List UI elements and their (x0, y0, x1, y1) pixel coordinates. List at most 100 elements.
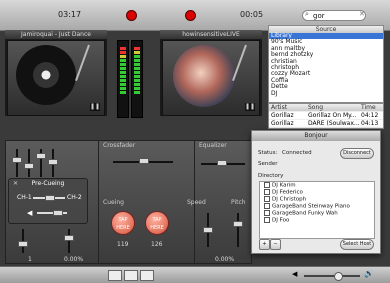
cell-time: 04:13 (361, 120, 379, 127)
bpm-left: 119 (117, 241, 129, 248)
status-value: Connected (282, 150, 312, 156)
directory-item[interactable]: DJ Foo (260, 217, 374, 224)
master-volume-slider[interactable] (304, 275, 360, 277)
eq-slider[interactable] (12, 157, 22, 163)
precue-overlay: ✕ Pre-Cueing CH-1 CH-2 ◀ (8, 178, 88, 224)
pitch-label: Pitch (231, 199, 246, 206)
bonjour-title: Bonjour (252, 131, 380, 141)
tap-left-button[interactable]: TAP HERE (111, 211, 135, 235)
checkbox-icon[interactable] (264, 196, 270, 202)
left-pause-button[interactable]: ❚❚ (90, 103, 100, 111)
left-vu-meter (117, 40, 129, 118)
equalizer-panel: Equalizer Speed Pitch 0.00% (187, 140, 252, 264)
left-time: 03:17 (58, 10, 82, 19)
eq-slider[interactable] (24, 163, 34, 169)
column-time[interactable]: Time (361, 104, 383, 111)
volume-slider-left[interactable] (18, 241, 28, 247)
table-header: Artist Song Time (269, 104, 383, 112)
directory-item[interactable]: DJ Karim (260, 182, 374, 189)
left-deck: Jamiroquai - Just Dance ❚❚ (5, 30, 107, 116)
cell-artist: Gorillaz (271, 120, 294, 127)
ch1-label: CH-1 (17, 194, 32, 201)
checkbox-icon[interactable] (264, 210, 270, 216)
left-deck-title: Jamiroquai - Just Dance (5, 30, 107, 39)
column-song[interactable]: Song (308, 104, 361, 111)
master-volume-knob[interactable] (334, 272, 343, 281)
speed-label: Speed (187, 199, 206, 206)
bonjour-dialog: Bonjour Status: Connected Disconnect Sen… (251, 130, 381, 254)
right-turntable: ❚❚ (162, 40, 260, 116)
checkbox-icon[interactable] (264, 189, 270, 195)
right-percent-readout: 0.00% (215, 256, 235, 263)
left-tonearm (75, 44, 90, 82)
left-turntable: ❚❚ (7, 40, 105, 116)
column-artist[interactable]: Artist (269, 104, 308, 111)
bpm-right: 126 (151, 241, 163, 248)
speaker-loud-icon: 🔊 (364, 269, 374, 278)
search-value: gor (313, 12, 325, 20)
right-deck: howinsensitiveLIVE ❚❚ (160, 30, 262, 116)
cell-song: DARE (Soulwax... (308, 120, 360, 127)
table-row[interactable]: Gorillaz Gorillaz On My... 04:12 (269, 112, 383, 120)
directory-label: Directory (258, 173, 284, 179)
right-platter-artwork[interactable] (173, 45, 235, 107)
record-center-button[interactable] (185, 10, 196, 21)
eq-slider[interactable] (48, 159, 58, 165)
bottom-toolbar: ◀ 🔊 (0, 266, 390, 283)
equalizer-label: Equalizer (199, 142, 227, 149)
speed-slider[interactable] (203, 227, 213, 233)
clear-search-icon[interactable]: ✕ (359, 10, 365, 18)
search-icon: ⌕ (305, 10, 309, 18)
left-percent-readout: 0.00% (64, 256, 84, 263)
precue-title: Pre-Cueing (31, 180, 65, 187)
table-row[interactable]: Gorillaz DARE (Soulwax... 04:13 (269, 120, 383, 128)
left-platter[interactable] (16, 45, 76, 105)
close-icon[interactable]: ✕ (13, 180, 18, 187)
directory-item[interactable]: DJ Christoph (260, 196, 374, 203)
source-list: Source Library 90's Music ann maltby ber… (268, 25, 384, 103)
crossfader-slider[interactable] (139, 158, 149, 164)
disconnect-button[interactable]: Disconnect (340, 148, 374, 159)
tap-right-button[interactable]: TAP HERE (145, 211, 169, 235)
track-table: Artist Song Time Gorillaz Gorillaz On My… (268, 103, 384, 129)
status-label: Status: (258, 150, 278, 156)
ch2-label: CH-2 (67, 194, 82, 201)
left-gain-readout: 1 (28, 256, 32, 263)
view-button-2[interactable] (124, 270, 138, 281)
view-button-3[interactable] (140, 270, 154, 281)
crossfader-panel: Crossfader Cueing TAP HERE TAP HERE 119 … (98, 140, 195, 264)
right-vu-meter (131, 40, 143, 118)
directory-item[interactable]: DJ Federico (260, 189, 374, 196)
sender-label: Sender (258, 161, 278, 167)
checkbox-icon[interactable] (264, 182, 270, 188)
right-time: 00:05 (240, 10, 264, 19)
cell-time: 04:12 (361, 112, 379, 119)
source-item[interactable]: DJ (269, 90, 383, 97)
right-deck-title: howinsensitiveLIVE (160, 30, 262, 39)
directory-item[interactable]: GarageBand Funky Wah (260, 210, 374, 217)
record-left-button[interactable] (126, 10, 137, 21)
remove-button[interactable]: − (270, 239, 281, 250)
search-input[interactable]: gor (302, 10, 366, 21)
right-tonearm (232, 44, 247, 82)
pitch-slider[interactable] (233, 221, 243, 227)
checkbox-icon[interactable] (264, 203, 270, 209)
directory-list: DJ Karim DJ Federico DJ Christoph Garage… (259, 181, 375, 239)
crossfader-label: Crossfader (103, 142, 136, 149)
directory-item[interactable]: GarageBand Steinway Piano (260, 203, 374, 210)
view-button-1[interactable] (108, 270, 122, 281)
add-button[interactable]: + (259, 239, 270, 250)
select-host-button[interactable]: Select Host (340, 239, 374, 250)
cell-song: Gorillaz On My... (308, 112, 357, 119)
cueing-label: Cueing (103, 199, 124, 206)
checkbox-icon[interactable] (264, 217, 270, 223)
precue-volume-knob[interactable] (53, 210, 63, 216)
eq-slider[interactable] (36, 153, 46, 159)
right-pause-button[interactable]: ❚❚ (245, 103, 255, 111)
speaker-icon: ◀ (292, 270, 298, 278)
cell-artist: Gorillaz (271, 112, 294, 119)
equalizer-slider[interactable] (217, 160, 227, 166)
channel-knob[interactable] (45, 195, 55, 201)
speaker-icon: ◀ (27, 209, 33, 217)
volume-slider-right[interactable] (64, 235, 74, 241)
